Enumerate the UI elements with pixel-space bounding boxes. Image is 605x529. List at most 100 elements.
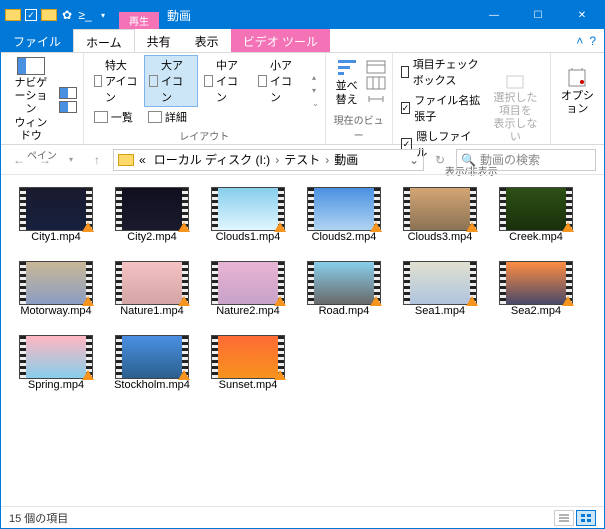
vlc-overlay-icon xyxy=(178,370,190,380)
video-thumbnail xyxy=(499,261,573,305)
qab-new-folder-icon[interactable] xyxy=(41,7,57,23)
vlc-overlay-icon xyxy=(466,222,478,232)
file-item[interactable]: Clouds3.mp4 xyxy=(401,187,479,243)
address-bar[interactable]: « ローカル ディスク (I:) › テスト › 動画 ⌄ xyxy=(113,149,424,171)
layout-extra-large[interactable]: 特大アイコン xyxy=(90,55,142,107)
file-name: City2.mp4 xyxy=(127,231,177,243)
video-thumbnail xyxy=(19,261,93,305)
vlc-overlay-icon xyxy=(274,222,286,232)
vlc-overlay-icon xyxy=(178,222,190,232)
chevron-right-icon[interactable]: › xyxy=(275,153,279,167)
vlc-overlay-icon xyxy=(562,222,574,232)
file-item[interactable]: City2.mp4 xyxy=(113,187,191,243)
qab-dropdown-icon[interactable]: ▾ xyxy=(95,7,111,23)
qab-settings-icon[interactable]: ✿ xyxy=(59,7,75,23)
layout-list[interactable]: 一覧 xyxy=(90,108,142,126)
file-list[interactable]: City1.mp4 City2.mp4 Clouds1.mp4 Clouds2.mp4… xyxy=(1,175,604,506)
file-item[interactable]: Spring.mp4 xyxy=(17,335,95,391)
video-thumbnail xyxy=(211,187,285,231)
back-button[interactable]: ← xyxy=(9,150,29,170)
hide-selected-button[interactable]: 選択した項目を 表示しない xyxy=(487,70,544,147)
file-item[interactable]: Sea1.mp4 xyxy=(401,261,479,317)
group-label-current-view: 現在のビュー xyxy=(332,110,386,142)
size-columns-icon[interactable] xyxy=(366,92,386,106)
details-view-icon[interactable] xyxy=(554,510,574,526)
vlc-overlay-icon xyxy=(274,370,286,380)
layout-scroll-down-icon[interactable]: ▾ xyxy=(312,86,319,95)
file-name: Sunset.mp4 xyxy=(219,379,278,391)
file-item[interactable]: Stockholm.mp4 xyxy=(113,335,191,391)
add-columns-icon[interactable] xyxy=(366,76,386,90)
navigation-pane-button[interactable]: ナビゲーション ウィンドウ xyxy=(7,55,55,145)
tab-video-tools[interactable]: ビデオ ツール xyxy=(231,29,330,52)
item-count: 15 個の項目 xyxy=(9,510,68,526)
recent-dropdown[interactable]: ▾ xyxy=(61,150,81,170)
video-thumbnail xyxy=(115,335,189,379)
file-item[interactable]: Clouds1.mp4 xyxy=(209,187,287,243)
layout-details[interactable]: 詳細 xyxy=(144,108,198,126)
file-item[interactable]: Sunset.mp4 xyxy=(209,335,287,391)
search-input[interactable]: 🔍 動画の検索 xyxy=(456,149,596,171)
chevron-right-icon[interactable]: › xyxy=(325,153,329,167)
maximize-button[interactable]: ☐ xyxy=(516,1,560,29)
vlc-overlay-icon xyxy=(82,296,94,306)
breadcrumb-item[interactable]: 動画 xyxy=(331,151,361,168)
file-name: Clouds2.mp4 xyxy=(312,231,377,243)
vlc-overlay-icon xyxy=(274,296,286,306)
video-thumbnail xyxy=(307,261,381,305)
layout-small[interactable]: 小アイコン xyxy=(254,55,306,107)
icons-view-icon[interactable] xyxy=(576,510,596,526)
hide-icon xyxy=(505,72,525,90)
minimize-button[interactable]: — xyxy=(472,1,516,29)
tab-home[interactable]: ホーム xyxy=(73,29,135,52)
file-extensions-toggle[interactable]: ✓ファイル名拡張子 xyxy=(399,91,483,125)
breadcrumb-item[interactable]: ローカル ディスク (I:) xyxy=(151,151,274,168)
up-button[interactable]: ↑ xyxy=(87,150,107,170)
tab-file[interactable]: ファイル xyxy=(1,29,73,52)
layout-expand-icon[interactable]: ⌄ xyxy=(312,99,319,108)
context-header: 再生 xyxy=(119,12,159,29)
file-name: Sea1.mp4 xyxy=(415,305,465,317)
file-item[interactable]: Clouds2.mp4 xyxy=(305,187,383,243)
file-item[interactable]: Motorway.mp4 xyxy=(17,261,95,317)
group-by-icon[interactable] xyxy=(366,60,386,74)
file-name: Spring.mp4 xyxy=(28,379,84,391)
layout-large[interactable]: 大アイコン xyxy=(144,55,198,107)
video-thumbnail xyxy=(307,187,381,231)
vlc-overlay-icon xyxy=(82,370,94,380)
vlc-overlay-icon xyxy=(466,296,478,306)
refresh-button[interactable]: ↻ xyxy=(430,150,450,170)
file-item[interactable]: Sea2.mp4 xyxy=(497,261,575,317)
ribbon-collapse-icon[interactable]: ˄ xyxy=(576,34,583,48)
file-name: Stockholm.mp4 xyxy=(114,379,190,391)
address-dropdown-icon[interactable]: ⌄ xyxy=(409,153,419,167)
file-name: Creek.mp4 xyxy=(509,231,563,243)
forward-button[interactable]: → xyxy=(35,150,55,170)
qab-checkbox-icon[interactable]: ✓ xyxy=(23,7,39,23)
details-pane-icon[interactable] xyxy=(59,101,77,113)
file-item[interactable]: Road.mp4 xyxy=(305,261,383,317)
file-name: Nature1.mp4 xyxy=(120,305,184,317)
preview-pane-icon[interactable] xyxy=(59,87,77,99)
close-button[interactable]: ✕ xyxy=(560,1,604,29)
tab-share[interactable]: 共有 xyxy=(135,29,183,52)
help-icon[interactable]: ? xyxy=(589,34,596,48)
file-item[interactable]: Creek.mp4 xyxy=(497,187,575,243)
titlebar: ✓ ✿ ≥_ ▾ 再生 動画 — ☐ ✕ xyxy=(1,1,604,29)
window-title: 動画 xyxy=(159,1,472,29)
folder-icon xyxy=(118,154,134,166)
layout-medium[interactable]: 中アイコン xyxy=(200,55,252,107)
file-item[interactable]: Nature2.mp4 xyxy=(209,261,287,317)
item-checkboxes-toggle[interactable]: 項目チェック ボックス xyxy=(399,55,483,89)
qab-powershell-icon[interactable]: ≥_ xyxy=(77,7,93,23)
vlc-overlay-icon xyxy=(178,296,190,306)
video-thumbnail xyxy=(115,187,189,231)
breadcrumb-prefix: « xyxy=(136,153,149,167)
file-item[interactable]: Nature1.mp4 xyxy=(113,261,191,317)
layout-scroll-up-icon[interactable]: ▴ xyxy=(312,73,319,82)
file-item[interactable]: City1.mp4 xyxy=(17,187,95,243)
tab-view[interactable]: 表示 xyxy=(183,29,231,52)
breadcrumb-item[interactable]: テスト xyxy=(281,151,323,168)
options-button[interactable]: オプション xyxy=(557,66,598,118)
sort-button[interactable]: 並べ替え xyxy=(332,56,362,108)
